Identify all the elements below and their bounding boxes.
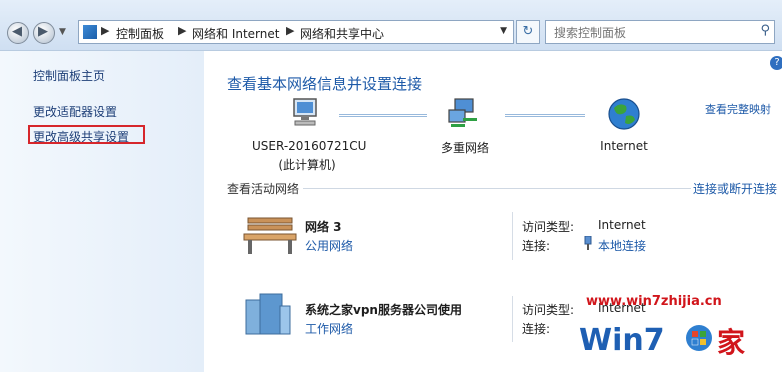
- network-adapter-icon: [584, 236, 592, 250]
- breadcrumb-item[interactable]: 网络和 Internet: [192, 25, 279, 42]
- connect-disconnect-link[interactable]: 连接或断开连接: [693, 180, 777, 197]
- breadcrumb-separator-icon[interactable]: ▶: [178, 24, 186, 37]
- connection-line: [505, 114, 585, 117]
- access-type-label: 访问类型:: [522, 220, 575, 234]
- recent-pages-chevron-icon[interactable]: ▼: [59, 27, 66, 37]
- address-dropdown-icon[interactable]: ▼: [500, 26, 507, 36]
- view-full-map-link[interactable]: 查看完整映射: [705, 101, 771, 117]
- sidebar-item-change-adapter-settings[interactable]: 更改适配器设置: [33, 103, 117, 120]
- network-type-link[interactable]: 公用网络: [305, 237, 353, 254]
- highlight-box: [28, 125, 145, 144]
- multiple-networks-label: 多重网络: [440, 141, 489, 155]
- search-input[interactable]: [552, 24, 746, 42]
- breadcrumb-item[interactable]: 网络和共享中心: [300, 25, 384, 42]
- multiple-networks-icon: [448, 98, 477, 127]
- network-name: 网络 3: [305, 220, 342, 234]
- internet-label: Internet: [600, 139, 648, 153]
- breadcrumb-item[interactable]: 控制面板: [116, 25, 164, 42]
- computer-name: USER-20160721CU: [252, 139, 367, 153]
- work-network-building-icon[interactable]: [244, 292, 292, 336]
- control-panel-icon: [83, 25, 97, 39]
- win7-home-logo: Win7 家: [571, 316, 751, 360]
- search-icon[interactable]: ⚲: [760, 23, 770, 38]
- internet-globe-icon: [608, 98, 640, 130]
- network-name: 系统之家vpn服务器公司使用: [305, 303, 462, 317]
- park-bench-icon[interactable]: [242, 214, 298, 256]
- logo-char: 家: [717, 326, 745, 359]
- connections-label: 连接:: [522, 239, 551, 253]
- refresh-button[interactable]: ↻: [516, 20, 540, 44]
- page-title: 查看基本网络信息并设置连接: [227, 75, 423, 93]
- column-divider: [512, 296, 513, 342]
- back-button[interactable]: ◀: [7, 22, 29, 44]
- local-connection-link[interactable]: 本地连接: [598, 237, 646, 254]
- forward-button[interactable]: ▶: [33, 22, 55, 44]
- back-arrow-icon: ◀: [12, 24, 22, 39]
- section-divider: [303, 188, 691, 189]
- refresh-icon: ↻: [522, 24, 534, 39]
- sidebar-item-control-panel-home[interactable]: 控制面板主页: [33, 67, 105, 84]
- logo-text: Win7: [579, 323, 665, 358]
- access-type-label: 访问类型:: [522, 303, 575, 317]
- network-type-link[interactable]: 工作网络: [305, 320, 353, 337]
- column-divider: [512, 212, 513, 260]
- connections-label: 连接:: [522, 322, 551, 336]
- address-bar[interactable]: ▶ 控制面板 ▶ 网络和 Internet ▶ 网络和共享中心 ▼: [78, 20, 514, 44]
- computer-subtitle: (此计算机): [278, 158, 336, 172]
- left-pane: 控制面板主页 更改适配器设置 更改高级共享设置: [0, 51, 204, 372]
- forward-arrow-icon: ▶: [38, 24, 48, 39]
- breadcrumb-separator-icon[interactable]: ▶: [286, 24, 294, 37]
- watermark-url: www.win7zhijia.cn: [586, 294, 722, 309]
- search-box[interactable]: ⚲: [545, 20, 775, 44]
- active-networks-heading: 查看活动网络: [227, 182, 300, 196]
- breadcrumb-separator-icon[interactable]: ▶: [101, 24, 109, 37]
- computer-icon: [293, 98, 317, 126]
- help-icon[interactable]: ?: [770, 56, 782, 70]
- access-type-value: Internet: [598, 218, 646, 232]
- connection-line: [339, 114, 427, 117]
